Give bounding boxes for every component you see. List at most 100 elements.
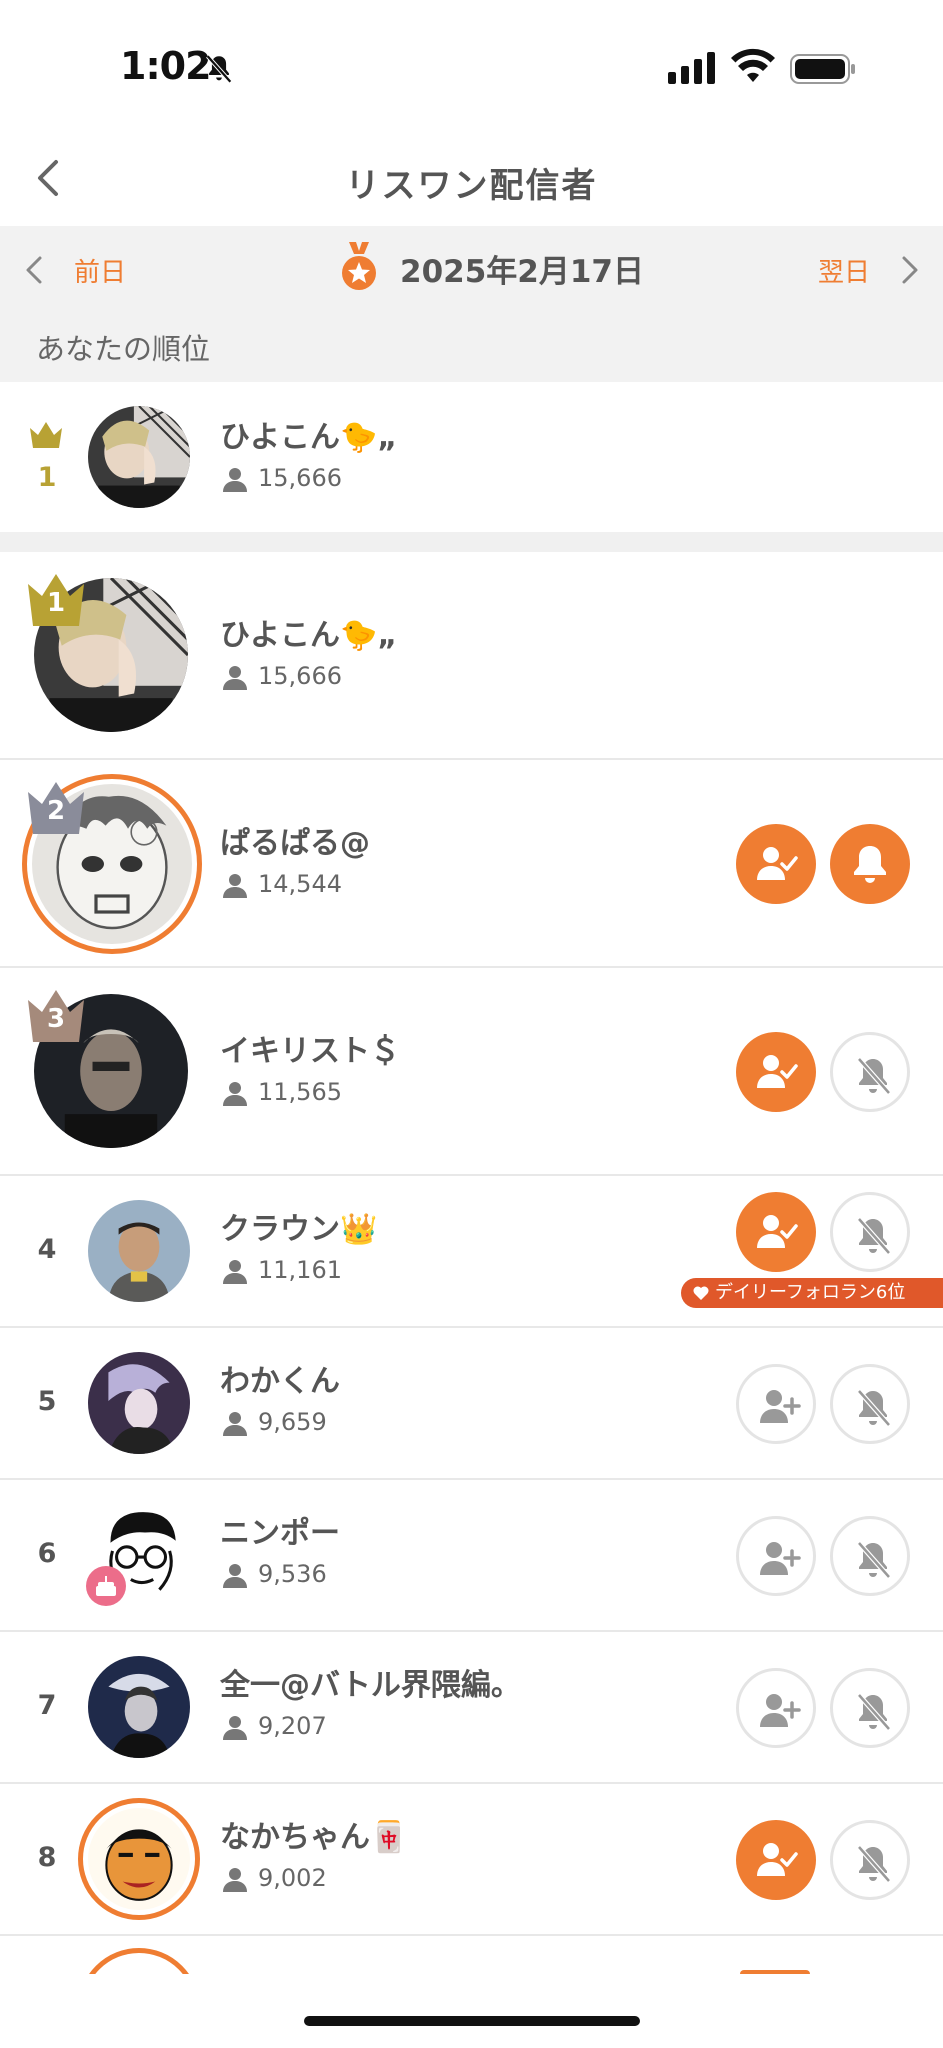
crown-icon <box>30 422 62 448</box>
user-name: ニンポー <box>220 1516 340 1551</box>
user-check-icon <box>757 1843 798 1876</box>
avatar[interactable] <box>88 1352 190 1454</box>
viewer-count: 9,659 <box>258 1408 327 1436</box>
user-name: イキリスト＄ <box>220 1034 400 1069</box>
app-header: リスワン配信者 <box>0 130 943 226</box>
bell-off-icon <box>857 1217 891 1255</box>
cellular-signal-icon <box>668 52 715 84</box>
current-date: 2025年2月17日 <box>400 254 644 290</box>
bell-off-icon <box>857 1389 891 1427</box>
follow-button[interactable] <box>736 1516 816 1596</box>
viewer-count: 9,207 <box>258 1712 327 1740</box>
bell-off-icon <box>857 1541 891 1579</box>
rank-number: 4 <box>37 1234 57 1265</box>
rank-row-9-partial[interactable] <box>0 1934 943 1974</box>
my-rank-number: 1 <box>37 462 57 493</box>
viewer-count: 11,161 <box>258 1256 342 1284</box>
rank-row-6[interactable]: 6 ニンポー 9,536 <box>0 1480 943 1632</box>
person-icon <box>223 1082 247 1106</box>
person-icon <box>223 1716 247 1740</box>
follow-button[interactable] <box>736 1364 816 1444</box>
avatar[interactable] <box>88 1200 190 1302</box>
rank-number: 7 <box>37 1690 57 1721</box>
user-name: わかくん <box>220 1364 340 1399</box>
person-icon <box>223 1868 247 1892</box>
date-navigation: 前日 2025年2月17日 翌日 あなたの順位 <box>0 226 943 382</box>
rank-row-1[interactable]: 1 ひよこん🐤„ 15,666 <box>0 552 943 760</box>
user-name: なかちゃん🀄 <box>220 1820 408 1855</box>
viewer-count: 14,544 <box>258 870 342 898</box>
home-indicator <box>304 2016 640 2026</box>
rank-row-2[interactable]: 2 ぱるぱる@ 14,544 <box>0 760 943 968</box>
user-check-icon <box>757 847 798 880</box>
user-name: クラウン👑 <box>220 1212 378 1247</box>
user-name: ぱるぱる@ <box>220 826 370 861</box>
section-divider <box>0 532 943 552</box>
viewer-count: 15,666 <box>258 662 342 690</box>
bell-off-icon <box>857 1057 891 1095</box>
my-count: 15,666 <box>258 464 342 492</box>
page-title: リスワン配信者 <box>345 166 598 206</box>
rank-row-8[interactable]: 8 なかちゃん🀄 9,002 <box>0 1784 943 1936</box>
person-icon <box>223 666 247 690</box>
wifi-icon <box>731 48 775 82</box>
follow-button[interactable] <box>736 1820 816 1900</box>
follow-button[interactable] <box>736 1032 816 1112</box>
medal-icon <box>342 242 376 290</box>
your-rank-label: あなたの順位 <box>36 332 211 366</box>
status-bar: 1:02 <box>0 0 943 130</box>
notify-button[interactable] <box>830 1364 910 1444</box>
rank-row-5[interactable]: 5 わかくん 9,659 <box>0 1328 943 1480</box>
user-check-icon <box>757 1055 798 1088</box>
crown-silver-icon: 2 <box>26 782 86 834</box>
prev-day-button[interactable]: 前日 <box>74 252 126 289</box>
rank-number: 6 <box>37 1538 57 1569</box>
user-check-icon <box>757 1215 798 1248</box>
next-day-chevron-icon[interactable] <box>896 252 922 288</box>
bell-off-icon <box>857 1845 891 1883</box>
rank-number: 5 <box>37 1386 57 1417</box>
next-day-button[interactable]: 翌日 <box>818 252 870 289</box>
person-icon <box>223 1260 247 1284</box>
birthday-cake-icon <box>86 1566 126 1606</box>
notify-button[interactable] <box>830 1820 910 1900</box>
follow-button-edge[interactable] <box>740 1970 810 1974</box>
person-icon <box>223 874 247 898</box>
rank-number: 3 <box>46 1004 66 1034</box>
rank-number: 2 <box>46 796 66 826</box>
user-plus-icon <box>760 1694 801 1727</box>
daily-follow-rank-label: デイリーフォロラン6位 <box>715 1282 906 1303</box>
live-ring <box>78 1948 200 1974</box>
notify-button[interactable] <box>830 1032 910 1112</box>
bell-off-status-icon <box>206 54 232 84</box>
follow-button[interactable] <box>736 1192 816 1272</box>
follow-button[interactable] <box>736 824 816 904</box>
notify-button[interactable] <box>830 824 910 904</box>
avatar[interactable] <box>88 406 190 508</box>
my-rank-row[interactable]: 1 ひよこん🐤„ 15,666 <box>0 382 943 532</box>
bell-icon <box>854 846 886 883</box>
viewer-count: 9,536 <box>258 1560 327 1588</box>
crown-bronze-icon: 3 <box>26 990 86 1042</box>
crown-gold-icon: 1 <box>26 574 86 626</box>
bell-off-icon <box>857 1693 891 1731</box>
user-plus-icon <box>760 1542 801 1575</box>
avatar[interactable] <box>88 1808 190 1910</box>
heart-icon <box>693 1286 709 1300</box>
rank-row-3[interactable]: 3 イキリスト＄ 11,565 <box>0 968 943 1176</box>
notify-button[interactable] <box>830 1668 910 1748</box>
notify-button[interactable] <box>830 1192 910 1272</box>
viewer-count: 11,565 <box>258 1078 342 1106</box>
status-time: 1:02 <box>120 44 212 88</box>
prev-day-chevron-icon[interactable] <box>22 252 48 288</box>
battery-icon <box>790 54 855 84</box>
follow-button[interactable] <box>736 1668 816 1748</box>
rank-number: 1 <box>46 588 66 618</box>
rank-number: 8 <box>37 1842 57 1873</box>
viewer-count: 9,002 <box>258 1864 327 1892</box>
rank-row-7[interactable]: 7 全一@バトル界隈編。 9,207 <box>0 1632 943 1784</box>
notify-button[interactable] <box>830 1516 910 1596</box>
daily-follow-rank-badge[interactable]: デイリーフォロラン6位 <box>681 1278 943 1308</box>
user-name: 全一@バトル界隈編。 <box>220 1668 521 1703</box>
avatar[interactable] <box>88 1656 190 1758</box>
